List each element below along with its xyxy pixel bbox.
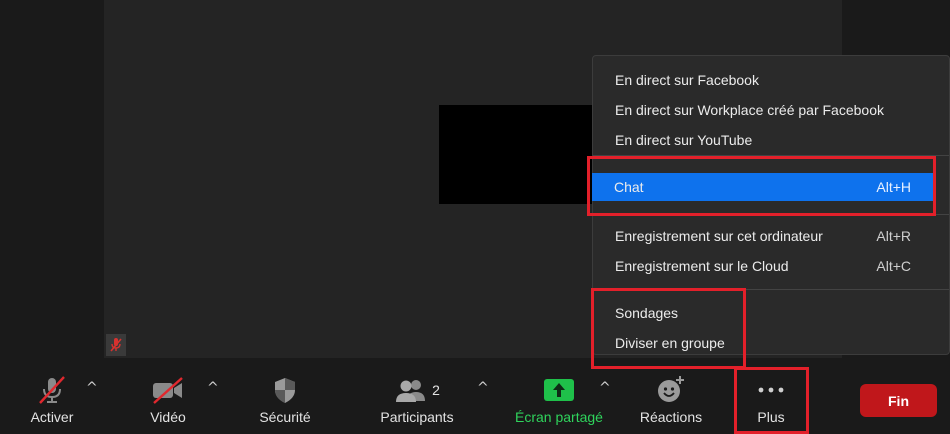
menu-divider — [593, 155, 949, 156]
menu-item-facebook-live[interactable]: En direct sur Facebook — [593, 66, 935, 94]
security-button[interactable]: Sécurité — [252, 374, 318, 425]
emoji-add-icon — [656, 374, 686, 406]
share-screen-button[interactable]: Écran partagé — [508, 374, 610, 425]
muted-microphone-icon — [37, 374, 67, 406]
menu-item-shortcut: Alt+R — [876, 228, 911, 244]
meeting-toolbar: Activer ^ Vidéo ^ Sécurité 2 Participant… — [0, 360, 950, 434]
participants-icon-group: 2 — [394, 374, 440, 406]
video-off-icon — [151, 374, 185, 406]
video-options-caret-icon[interactable]: ^ — [207, 380, 219, 396]
menu-divider — [593, 214, 949, 215]
reactions-label: Réactions — [639, 409, 703, 425]
menu-item-label: En direct sur YouTube — [615, 132, 753, 148]
unmute-button[interactable]: Activer — [22, 374, 82, 425]
menu-item-chat[interactable]: Chat Alt+H — [592, 173, 935, 201]
menu-item-shortcut: Alt+C — [876, 258, 911, 274]
share-options-caret-icon[interactable]: ^ — [599, 380, 611, 396]
menu-item-record-cloud[interactable]: Enregistrement sur le Cloud Alt+C — [593, 252, 935, 280]
people-icon — [396, 380, 426, 402]
menu-item-label: Diviser en groupe — [615, 335, 725, 351]
menu-item-label: En direct sur Facebook — [615, 72, 759, 88]
video-label: Vidéo — [150, 409, 186, 425]
audio-options-caret-icon[interactable]: ^ — [86, 380, 98, 396]
menu-item-label: En direct sur Workplace créé par Faceboo… — [615, 102, 884, 118]
more-button[interactable]: Plus — [744, 374, 798, 425]
menu-divider — [593, 289, 949, 290]
reactions-button[interactable]: Réactions — [634, 374, 708, 425]
muted-mic-badge-icon — [106, 334, 126, 356]
menu-item-workplace-live[interactable]: En direct sur Workplace créé par Faceboo… — [593, 96, 935, 124]
start-video-button[interactable]: Vidéo — [141, 374, 195, 425]
menu-item-label: Enregistrement sur le Cloud — [615, 258, 789, 274]
menu-item-label: Chat — [614, 179, 644, 195]
unmute-label: Activer — [30, 409, 74, 425]
participants-button[interactable]: 2 Participants — [372, 374, 462, 425]
shield-icon — [272, 374, 298, 406]
menu-item-label: Enregistrement sur cet ordinateur — [615, 228, 823, 244]
menu-item-record-local[interactable]: Enregistrement sur cet ordinateur Alt+R — [593, 222, 935, 250]
menu-item-shortcut: Alt+H — [876, 179, 911, 195]
participants-label: Participants — [380, 409, 454, 425]
more-menu: En direct sur Facebook En direct sur Wor… — [592, 55, 950, 355]
menu-item-polls[interactable]: Sondages — [593, 299, 935, 327]
menu-item-youtube-live[interactable]: En direct sur YouTube — [593, 126, 935, 154]
more-label: Plus — [757, 409, 785, 425]
menu-item-label: Sondages — [615, 305, 679, 321]
more-dots-icon — [756, 374, 786, 406]
share-screen-icon — [543, 374, 575, 406]
participants-options-caret-icon[interactable]: ^ — [477, 380, 489, 396]
share-screen-label: Écran partagé — [515, 409, 603, 425]
menu-item-breakout-rooms[interactable]: Diviser en groupe — [593, 329, 935, 357]
end-meeting-button[interactable]: Fin — [860, 384, 937, 417]
participants-count: 2 — [432, 382, 440, 398]
security-label: Sécurité — [259, 409, 311, 425]
